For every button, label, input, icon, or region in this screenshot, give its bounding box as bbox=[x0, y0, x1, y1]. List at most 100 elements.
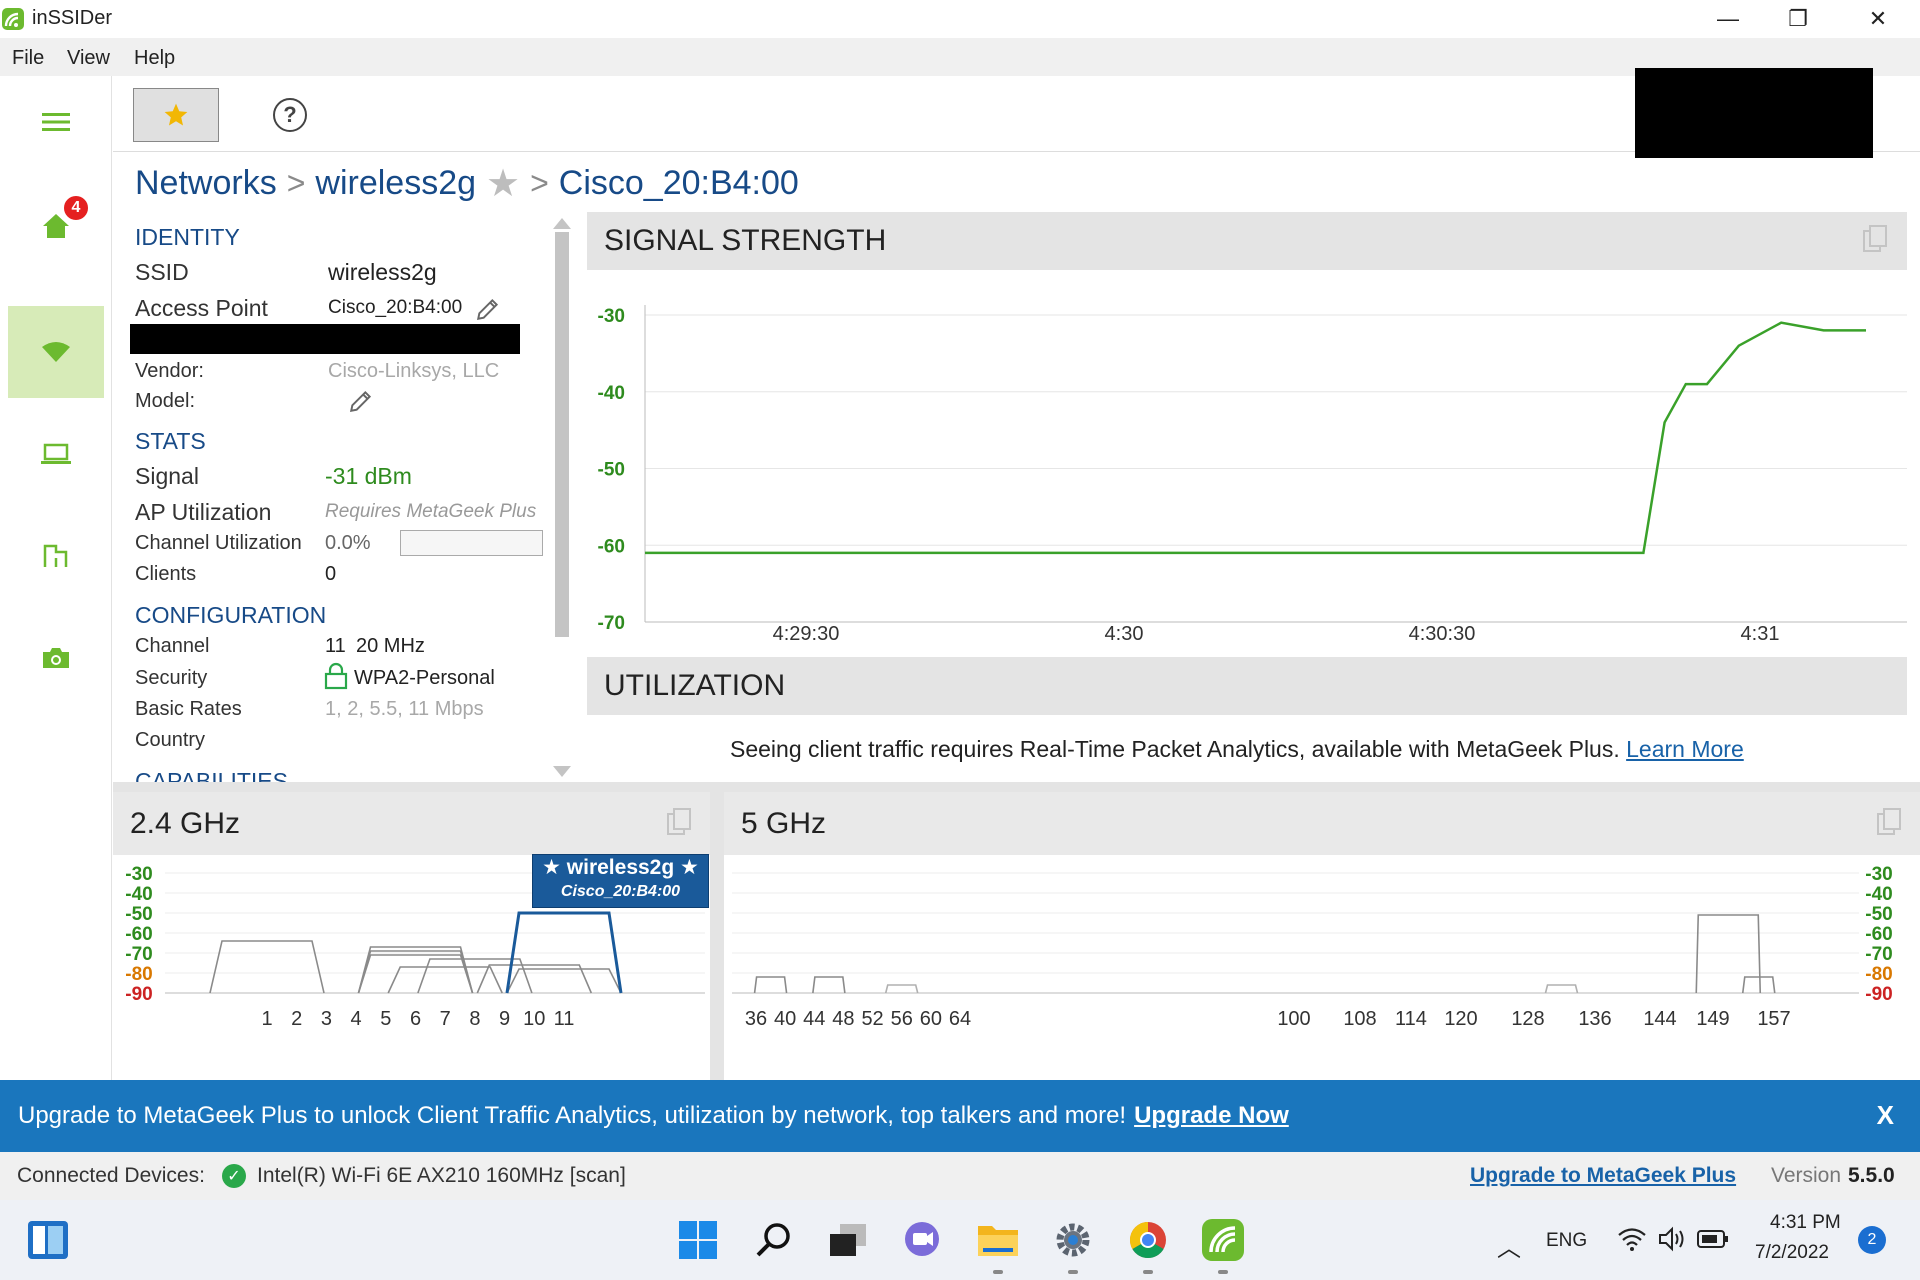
utilization-message: Seeing client traffic requires Real-Time… bbox=[730, 736, 1744, 763]
windows-start-icon bbox=[679, 1221, 717, 1259]
y-tick-label: -40 bbox=[125, 884, 152, 905]
selected-network-ssid: ★ wireless2g ★ bbox=[542, 856, 699, 879]
band-5-header: 5 GHz bbox=[724, 792, 1920, 855]
y-tick-label: -30 bbox=[598, 306, 625, 327]
gear-icon bbox=[1056, 1223, 1090, 1257]
menu-file[interactable]: File bbox=[12, 47, 44, 70]
favorite-star-icon[interactable]: ★ bbox=[486, 161, 520, 206]
nav-menu[interactable] bbox=[8, 76, 104, 168]
nav-networks[interactable] bbox=[8, 306, 104, 398]
settings-button[interactable] bbox=[1049, 1216, 1097, 1264]
channel-tick-label: 7 bbox=[440, 1008, 451, 1030]
search-button[interactable] bbox=[750, 1216, 798, 1264]
chrome-icon bbox=[1129, 1222, 1166, 1259]
connected-device[interactable]: Intel(R) Wi-Fi 6E AX210 160MHz [scan] bbox=[257, 1164, 626, 1188]
breadcrumb-networks[interactable]: Networks bbox=[135, 164, 277, 203]
panel-divider bbox=[113, 782, 1920, 792]
channel-value: 11 bbox=[325, 635, 346, 657]
learn-more-link[interactable]: Learn More bbox=[1626, 736, 1744, 762]
copy-icon[interactable] bbox=[666, 808, 692, 838]
menu-bar: File View Help bbox=[0, 38, 1920, 76]
chrome-button[interactable] bbox=[1124, 1216, 1172, 1264]
inssider-taskbar-button[interactable] bbox=[1199, 1216, 1247, 1264]
menu-view[interactable]: View bbox=[67, 47, 110, 70]
banner-text: Upgrade to MetaGeek Plus to unlock Clien… bbox=[18, 1102, 1127, 1129]
channel-tick-label: 1 bbox=[261, 1008, 272, 1030]
channel-tick-label: 48 bbox=[832, 1008, 854, 1030]
breadcrumb-network[interactable]: wireless2g bbox=[315, 164, 476, 203]
signal-strength-header: SIGNAL STRENGTH bbox=[587, 212, 1907, 270]
chat-button[interactable] bbox=[898, 1216, 946, 1264]
capabilities-title: CAPABILITIES bbox=[135, 768, 288, 782]
widgets-button[interactable] bbox=[24, 1216, 72, 1264]
ap-utilization-value: Requires MetaGeek Plus bbox=[325, 501, 537, 522]
scroll-up-icon[interactable] bbox=[553, 218, 571, 229]
start-button[interactable] bbox=[674, 1216, 722, 1264]
clock-date[interactable]: 7/2/2022 bbox=[1755, 1242, 1829, 1264]
y-tick-label: -70 bbox=[598, 613, 625, 634]
nav-snapshot[interactable] bbox=[8, 612, 104, 704]
task-view-button[interactable] bbox=[824, 1216, 872, 1264]
minimize-button[interactable]: — bbox=[1690, 0, 1766, 38]
volume-icon[interactable] bbox=[1657, 1226, 1687, 1252]
wifi-status-icon[interactable] bbox=[1617, 1226, 1647, 1252]
y-tick-label: -50 bbox=[1865, 904, 1892, 925]
network-trace bbox=[1695, 914, 1762, 994]
ssid-label: SSID bbox=[135, 259, 189, 285]
utilization-title: UTILIZATION bbox=[604, 669, 786, 702]
nav-home[interactable]: 4 bbox=[8, 180, 104, 272]
network-trace bbox=[209, 940, 325, 994]
close-button[interactable]: ✕ bbox=[1840, 0, 1916, 38]
ap-value: Cisco_20:B4:00 bbox=[328, 297, 463, 318]
edit-pencil-icon[interactable] bbox=[475, 296, 501, 322]
scrollbar-thumb[interactable] bbox=[555, 232, 569, 637]
signal-label: Signal bbox=[135, 463, 199, 489]
selected-network-label[interactable]: ★ wireless2g ★ Cisco_20:B4:00 bbox=[532, 854, 709, 908]
help-button[interactable]: ? bbox=[273, 98, 307, 132]
menu-icon bbox=[42, 113, 70, 131]
signal-series-line bbox=[645, 321, 1866, 555]
menu-help[interactable]: Help bbox=[134, 47, 175, 70]
battery-icon[interactable] bbox=[1697, 1228, 1729, 1250]
y-tick-label: -90 bbox=[125, 984, 152, 1005]
y-tick-label: -50 bbox=[598, 460, 625, 481]
redacted-block bbox=[1635, 68, 1873, 158]
country-label: Country bbox=[135, 729, 206, 751]
left-nav: 4 bbox=[0, 76, 112, 1080]
camera-icon bbox=[43, 648, 69, 668]
nav-devices[interactable] bbox=[8, 408, 104, 500]
maximize-button[interactable]: ❐ bbox=[1760, 0, 1836, 38]
notification-badge[interactable]: 2 bbox=[1858, 1226, 1886, 1254]
input-language[interactable]: ENG bbox=[1546, 1230, 1587, 1252]
wifi-icon bbox=[42, 342, 70, 362]
nav-floorplan[interactable] bbox=[8, 510, 104, 602]
channel-utilization-label: Channel Utilization bbox=[135, 532, 302, 554]
chevron-up-icon[interactable]: ︿ bbox=[1497, 1228, 1521, 1263]
chevron-right-icon: > bbox=[530, 164, 549, 201]
x-tick-label: 4:29:30 bbox=[773, 623, 840, 645]
basic-rates-value: 1, 2, 5.5, 11 Mbps bbox=[325, 698, 484, 720]
x-tick-label: 4:31 bbox=[1741, 623, 1780, 645]
inssider-logo-icon bbox=[2, 8, 24, 30]
signal-strength-title: SIGNAL STRENGTH bbox=[604, 224, 887, 257]
y-tick-label: -40 bbox=[1865, 884, 1892, 905]
scroll-down-icon[interactable] bbox=[553, 766, 571, 777]
channel-tick-label: 64 bbox=[949, 1008, 971, 1030]
upgrade-plus-link[interactable]: Upgrade to MetaGeek Plus bbox=[1470, 1164, 1736, 1188]
channel-tick-label: 100 bbox=[1277, 1008, 1310, 1030]
copy-icon[interactable] bbox=[1876, 808, 1902, 838]
folder-icon bbox=[978, 1226, 1018, 1256]
edit-pencil-icon[interactable] bbox=[348, 388, 374, 414]
banner-close-button[interactable]: X bbox=[1877, 1100, 1894, 1131]
file-explorer-button[interactable] bbox=[974, 1216, 1022, 1264]
copy-icon[interactable] bbox=[1862, 225, 1888, 255]
star-icon bbox=[164, 103, 188, 126]
channel-tick-label: 52 bbox=[861, 1008, 883, 1030]
favorites-button[interactable] bbox=[133, 88, 219, 142]
channel-width-value: 20 MHz bbox=[356, 635, 425, 657]
upgrade-now-link[interactable]: Upgrade Now bbox=[1134, 1102, 1289, 1130]
clock-time[interactable]: 4:31 PM bbox=[1770, 1212, 1841, 1234]
channel-label: Channel bbox=[135, 635, 210, 657]
security-label: Security bbox=[135, 667, 208, 689]
y-tick-label: -90 bbox=[1865, 984, 1892, 1005]
